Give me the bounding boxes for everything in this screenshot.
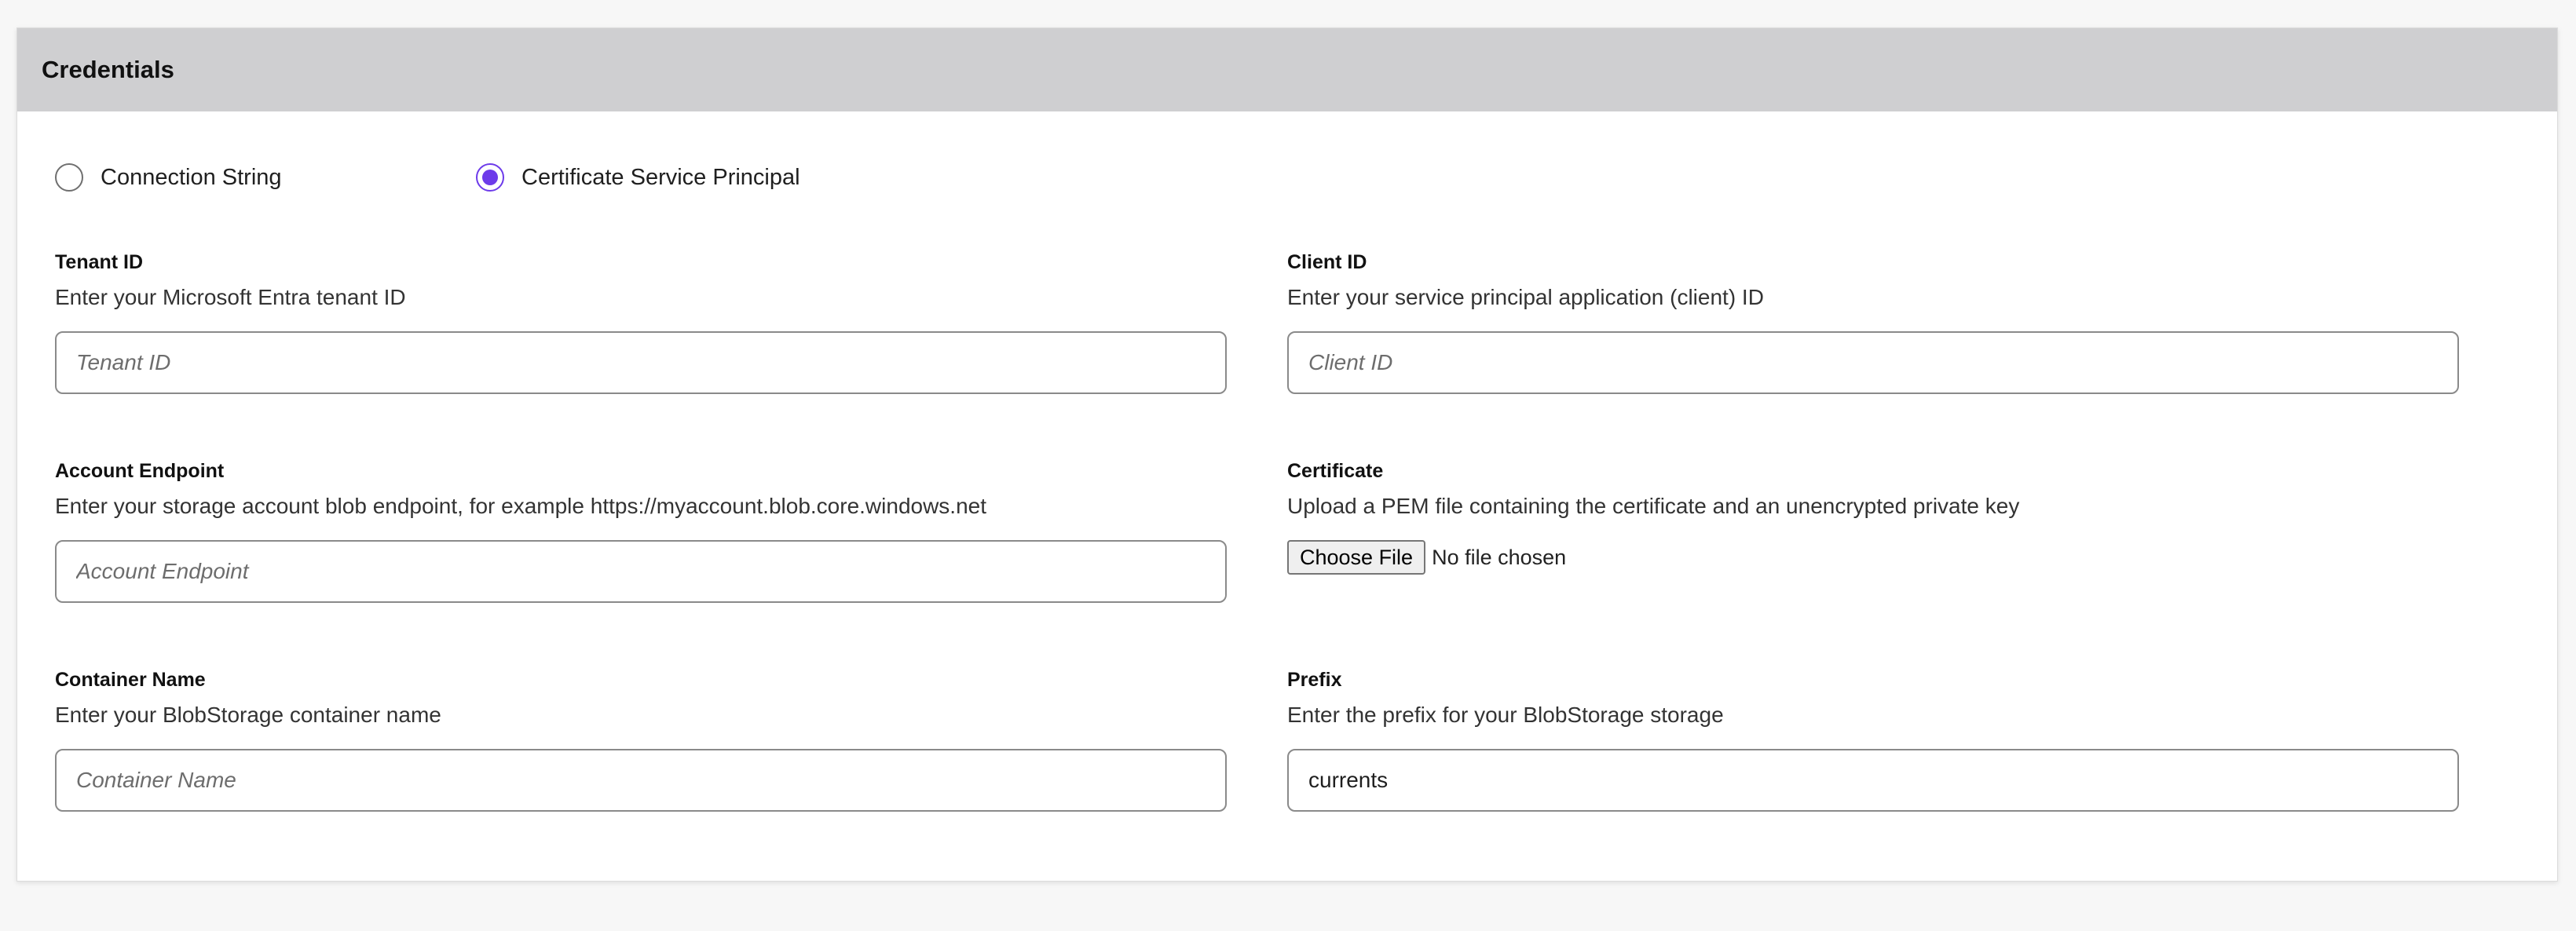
panel-header: Credentials bbox=[17, 28, 2557, 111]
field-label: Client ID bbox=[1287, 251, 1367, 273]
field-description: Upload a PEM file containing the certifi… bbox=[1287, 494, 2020, 518]
field-label: Prefix bbox=[1287, 669, 1342, 691]
radio-label-connection-string: Connection String bbox=[101, 165, 282, 190]
field-description: Enter your service principal application… bbox=[1287, 285, 1764, 309]
tenant-id-input[interactable] bbox=[55, 331, 1227, 394]
field-label: Certificate bbox=[1287, 460, 1384, 482]
radio-connection-string[interactable]: Connection String bbox=[55, 154, 282, 201]
field-description: Enter your BlobStorage container name bbox=[55, 703, 441, 727]
field-description: Enter your Microsoft Entra tenant ID bbox=[55, 285, 406, 309]
field-prefix: Prefix Enter the prefix for your BlobSto… bbox=[1287, 667, 2459, 812]
field-container-name: Container Name Enter your BlobStorage co… bbox=[55, 667, 1227, 812]
field-label: Tenant ID bbox=[55, 251, 144, 273]
certificate-file-picker: Choose File No file chosen bbox=[1287, 540, 2459, 575]
field-tenant-id: Tenant ID Enter your Microsoft Entra ten… bbox=[55, 250, 1227, 394]
field-label: Container Name bbox=[55, 669, 206, 691]
account-endpoint-input[interactable] bbox=[55, 540, 1227, 603]
auth-method-radio-group: Connection String Certificate Service Pr… bbox=[17, 154, 2557, 201]
panel-title: Credentials bbox=[42, 56, 174, 83]
container-name-input[interactable] bbox=[55, 749, 1227, 812]
radio-label-certificate-service-principal: Certificate Service Principal bbox=[521, 165, 800, 190]
field-description: Enter the prefix for your BlobStorage st… bbox=[1287, 703, 1724, 727]
field-label: Account Endpoint bbox=[55, 460, 225, 482]
field-client-id: Client ID Enter your service principal a… bbox=[1287, 250, 2459, 394]
credentials-panel: Credentials Connection String Certificat… bbox=[16, 27, 2558, 882]
choose-file-button[interactable]: Choose File bbox=[1287, 540, 1426, 575]
radio-certificate-service-principal[interactable]: Certificate Service Principal bbox=[476, 154, 800, 201]
file-status-text: No file chosen bbox=[1432, 545, 1567, 569]
prefix-input[interactable] bbox=[1287, 749, 2459, 812]
radio-button-checked[interactable] bbox=[476, 163, 504, 192]
field-certificate: Certificate Upload a PEM file containing… bbox=[1287, 458, 2459, 575]
field-description: Enter your storage account blob endpoint… bbox=[55, 494, 987, 518]
field-account-endpoint: Account Endpoint Enter your storage acco… bbox=[55, 458, 1227, 603]
client-id-input[interactable] bbox=[1287, 331, 2459, 394]
radio-button-unchecked[interactable] bbox=[55, 163, 83, 192]
